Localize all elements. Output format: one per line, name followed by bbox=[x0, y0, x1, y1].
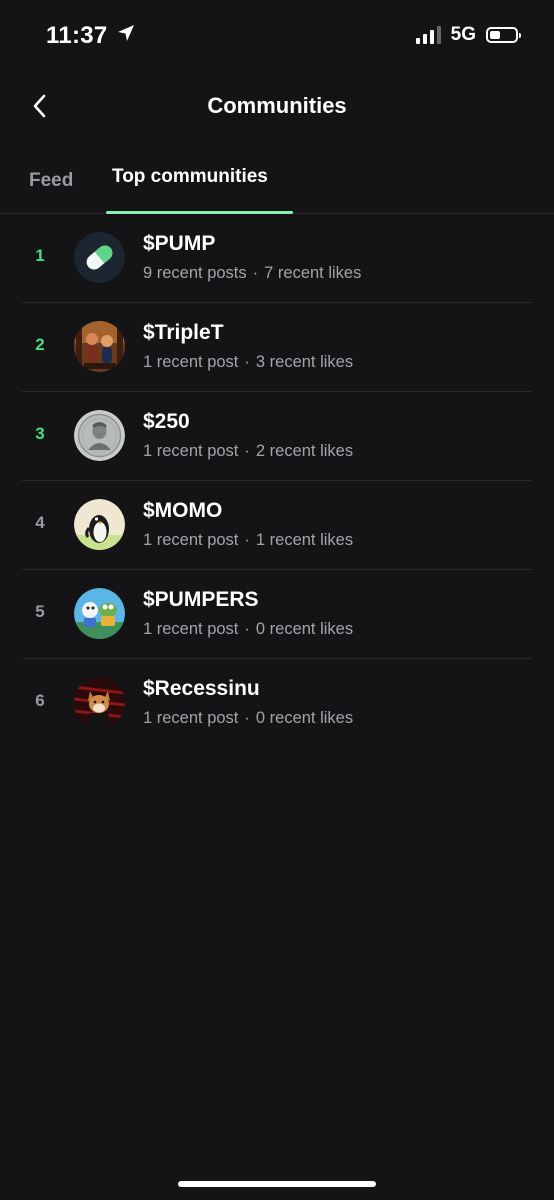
community-row-recessinu[interactable]: 6 $Recessinu 1 recent post · 0 recent like… bbox=[0, 659, 554, 748]
page-title: Communities bbox=[207, 93, 347, 118]
recent-likes: 2 recent likes bbox=[255, 442, 354, 460]
recent-posts: 1 recent post bbox=[143, 709, 239, 727]
penguin-avatar bbox=[74, 499, 125, 550]
recent-likes: 0 recent likes bbox=[255, 709, 354, 727]
recent-posts: 1 recent post bbox=[143, 353, 239, 371]
community-row-pump[interactable]: 1 $PUMP 9 recent posts · 7 recent likes bbox=[0, 214, 554, 303]
network-type: 5G bbox=[450, 24, 476, 45]
status-bar: 11:37 5G bbox=[0, 0, 554, 72]
status-time-group: 11:37 bbox=[46, 22, 136, 50]
community-name: $PUMP bbox=[143, 232, 216, 255]
community-row-momo[interactable]: 4 $MOMO 1 recent post · 1 recent likes bbox=[0, 481, 554, 570]
community-stats: 1 recent post · 1 recent likes bbox=[143, 531, 353, 550]
header: Communities bbox=[0, 80, 554, 134]
community-stats: 1 recent post · 0 recent likes bbox=[143, 709, 353, 728]
community-rank: 2 bbox=[35, 335, 45, 354]
tab-feed[interactable]: Feed bbox=[29, 170, 73, 192]
recent-likes: 3 recent likes bbox=[255, 353, 354, 371]
tab-top-communities[interactable]: Top communities bbox=[112, 166, 268, 188]
recent-posts: 1 recent post bbox=[143, 620, 239, 638]
community-row-pumpers[interactable]: 5 $PUMPERS 1 recent post · 0 recent likes bbox=[0, 570, 554, 659]
community-name: $TripleT bbox=[143, 321, 224, 344]
triplet-avatar bbox=[74, 321, 125, 372]
separator: · bbox=[244, 709, 250, 727]
recent-posts: 1 recent post bbox=[143, 442, 239, 460]
separator: · bbox=[244, 353, 250, 371]
community-rank: 5 bbox=[35, 602, 45, 621]
community-stats: 1 recent post · 2 recent likes bbox=[143, 442, 353, 461]
status-time: 11:37 bbox=[46, 22, 108, 49]
community-rank: 6 bbox=[35, 691, 45, 710]
recent-posts: 9 recent posts bbox=[143, 264, 247, 282]
home-indicator bbox=[178, 1181, 376, 1187]
separator: · bbox=[244, 620, 250, 638]
separator: · bbox=[252, 264, 259, 282]
community-name: $250 bbox=[143, 410, 190, 433]
community-stats: 1 recent post · 0 recent likes bbox=[143, 620, 353, 639]
recent-likes: 1 recent likes bbox=[255, 531, 354, 549]
pill-icon bbox=[74, 232, 125, 283]
recent-posts: 1 recent post bbox=[143, 531, 239, 549]
community-row-250[interactable]: 3 $250 1 recent post · 2 recent likes bbox=[0, 392, 554, 481]
community-row-triplet[interactable]: 2 $TripleT 1 recent post · 3 recent likes bbox=[0, 303, 554, 392]
community-rank: 1 bbox=[35, 246, 45, 265]
community-list: 1 $PUMP 9 recent posts · 7 recent likes 2 bbox=[0, 214, 554, 748]
separator: · bbox=[244, 442, 250, 460]
battery-icon bbox=[486, 27, 521, 43]
shiba-dog-avatar bbox=[74, 677, 125, 728]
recent-likes: 7 recent likes bbox=[264, 264, 362, 282]
community-name: $Recessinu bbox=[143, 677, 260, 700]
battery-level bbox=[490, 31, 500, 39]
community-rank: 3 bbox=[35, 424, 45, 443]
status-indicators: 5G bbox=[415, 24, 521, 46]
cellular-signal-icon bbox=[415, 26, 441, 44]
community-name: $MOMO bbox=[143, 499, 223, 522]
tab-bar: Feed Top communities bbox=[0, 158, 554, 214]
coin-portrait-avatar bbox=[74, 410, 125, 461]
community-name: $PUMPERS bbox=[143, 588, 259, 611]
community-rank: 4 bbox=[35, 513, 45, 532]
frog-characters-avatar bbox=[74, 588, 125, 639]
location-arrow-icon bbox=[116, 22, 136, 50]
recent-likes: 0 recent likes bbox=[255, 620, 354, 638]
community-stats: 9 recent posts · 7 recent likes bbox=[143, 264, 361, 283]
separator: · bbox=[244, 531, 250, 549]
community-stats: 1 recent post · 3 recent likes bbox=[143, 353, 353, 372]
